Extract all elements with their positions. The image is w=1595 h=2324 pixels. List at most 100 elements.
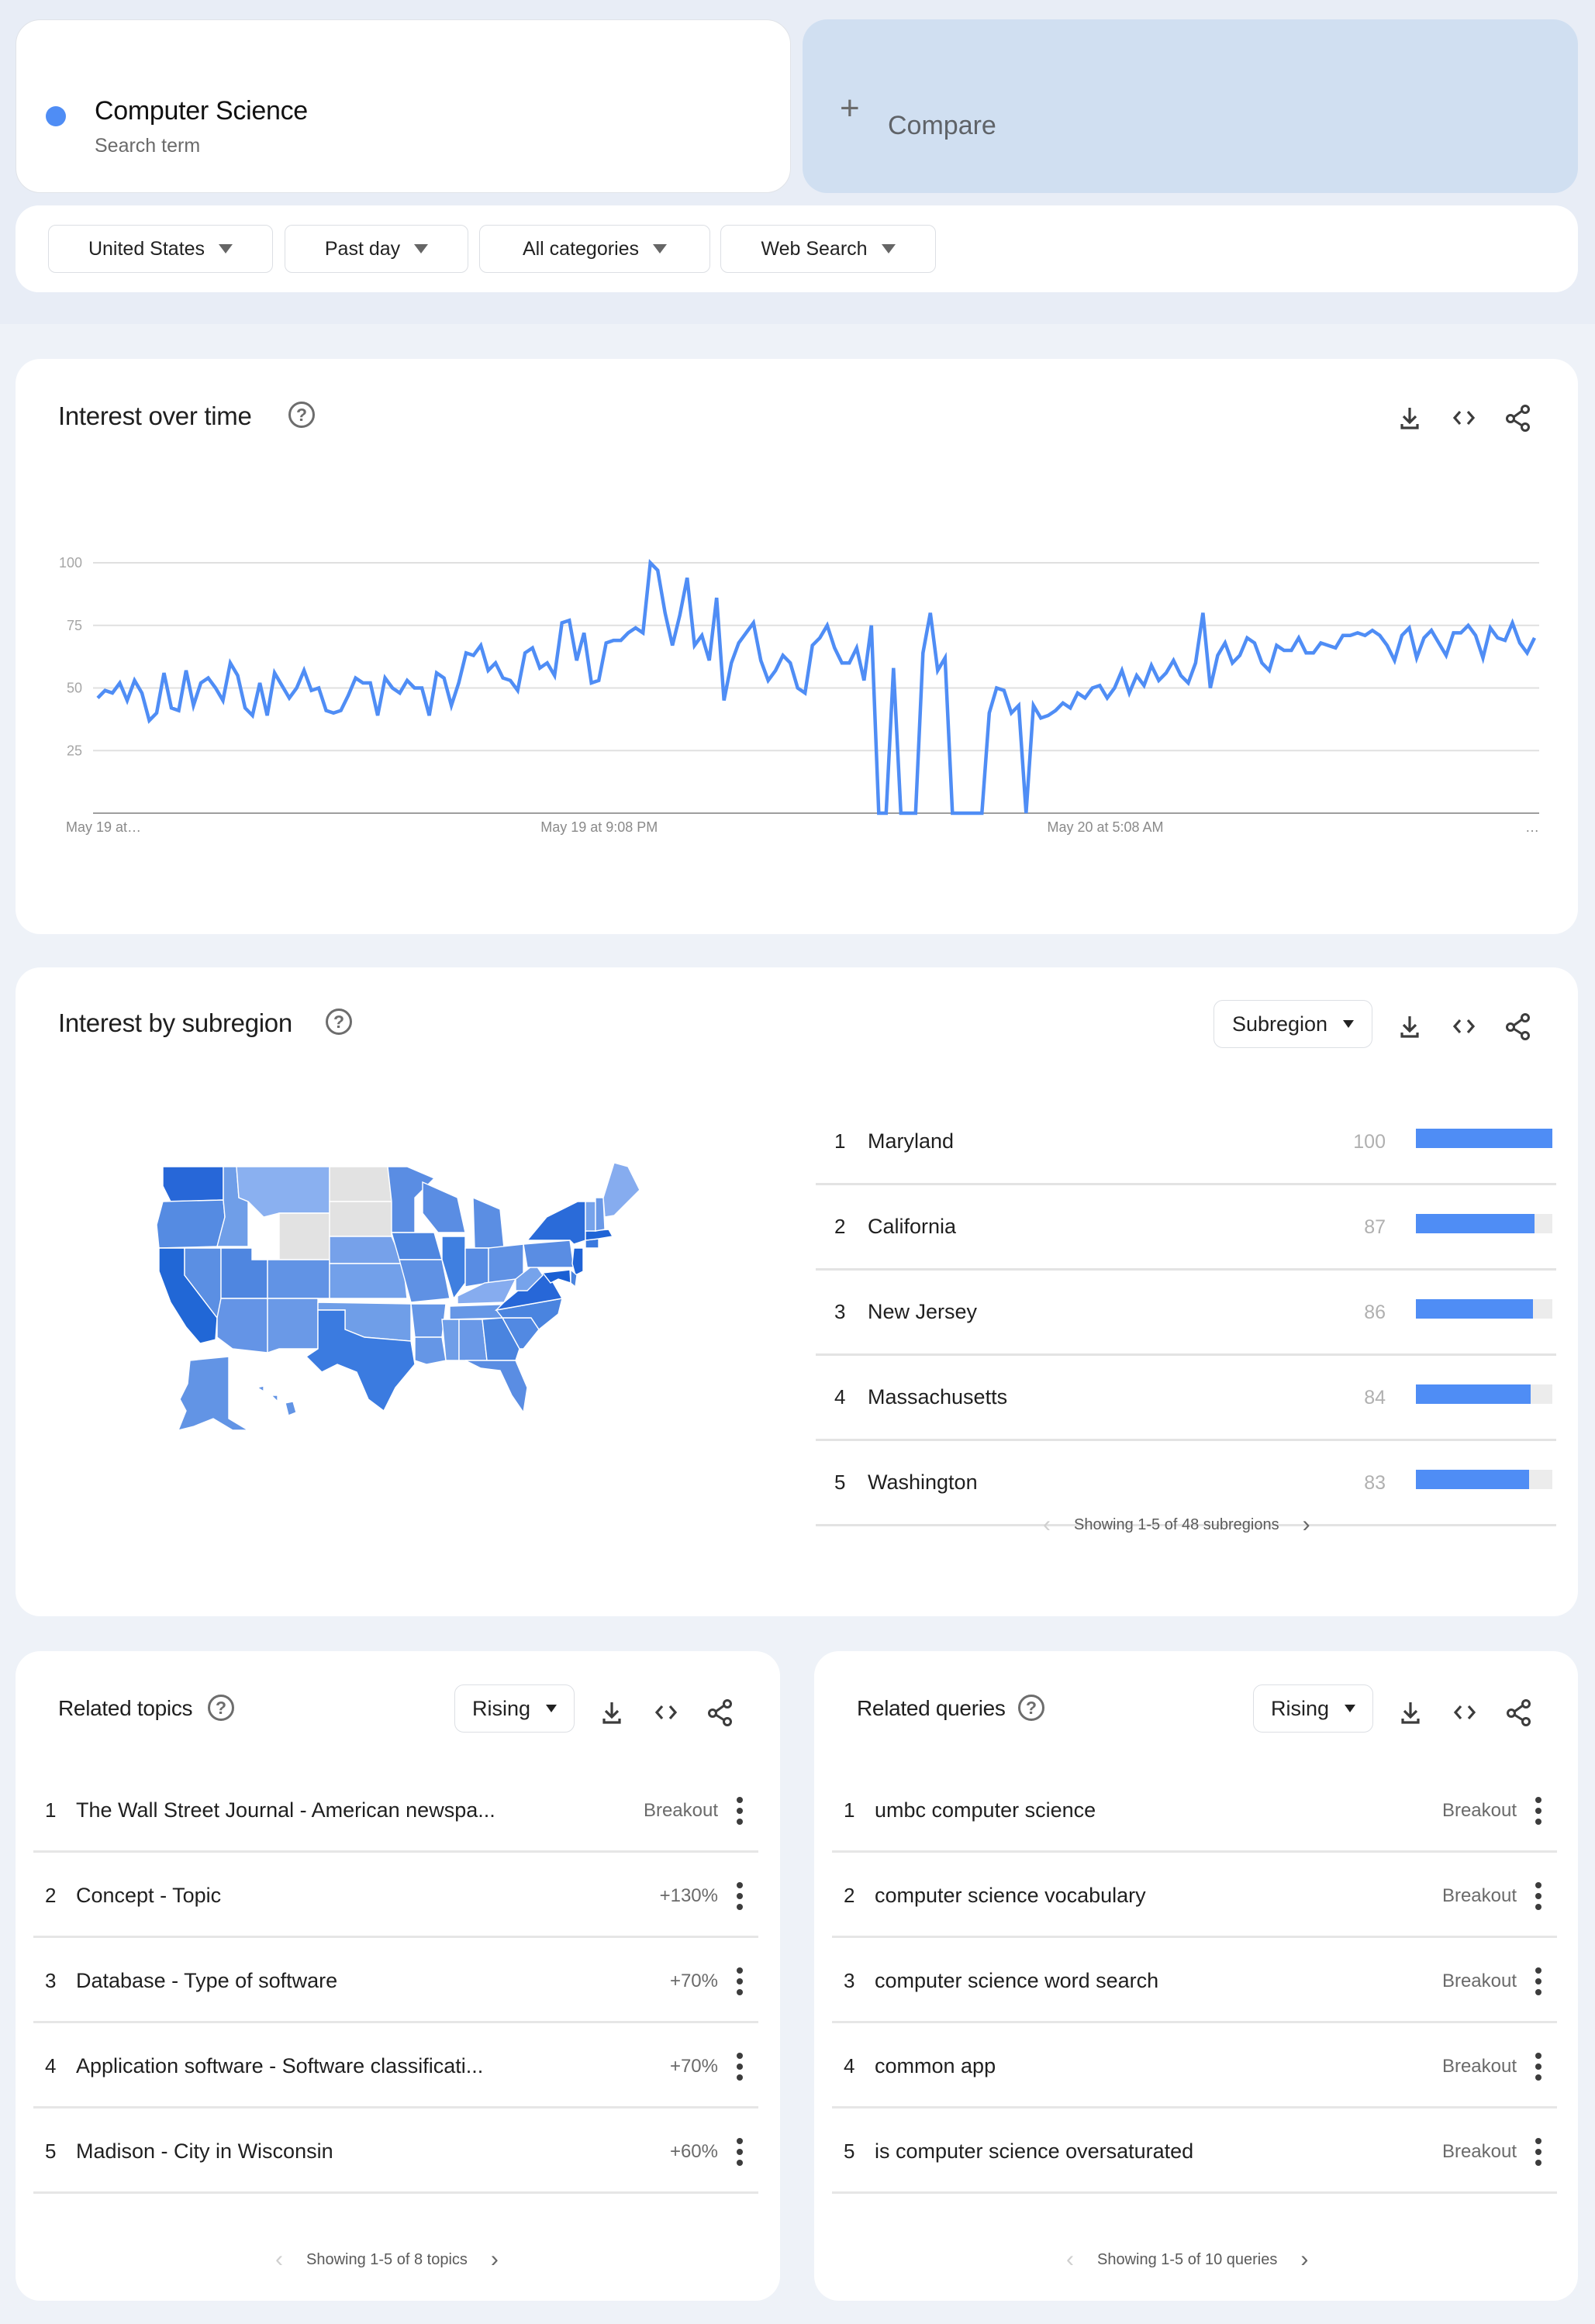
filter-search-type[interactable]: Web Search	[720, 225, 936, 273]
share-button[interactable]	[703, 1695, 738, 1730]
map-state-iowa[interactable]	[391, 1232, 443, 1260]
map-state-wyoming[interactable]	[278, 1212, 330, 1260]
region-value: 84	[1364, 1387, 1386, 1409]
map-state-utah[interactable]	[220, 1247, 268, 1299]
map-state-alaska[interactable]	[177, 1356, 250, 1432]
map-state-pennsylvania[interactable]	[523, 1240, 575, 1268]
more-options-icon[interactable]	[732, 2138, 747, 2166]
list-label[interactable]: common app	[875, 2054, 996, 2078]
list-label[interactable]: Database - Type of software	[76, 1969, 337, 1993]
map-state-vermont[interactable]	[585, 1201, 596, 1232]
filter-time-range[interactable]: Past day	[285, 225, 468, 273]
map-state-kansas[interactable]	[329, 1263, 408, 1299]
map-state-washington[interactable]	[162, 1166, 224, 1202]
list-label[interactable]: computer science vocabulary	[875, 1884, 1146, 1908]
more-options-icon[interactable]	[732, 1882, 747, 1910]
list-item[interactable]: 4 common app Breakout	[832, 2023, 1557, 2108]
list-item[interactable]: 5 is computer science oversaturated Brea…	[832, 2108, 1557, 2194]
list-item[interactable]: 3 computer science word search Breakout	[832, 1938, 1557, 2023]
map-state-new-york[interactable]	[526, 1201, 586, 1245]
map-state-colorado[interactable]	[267, 1259, 330, 1299]
us-map-svg[interactable]	[140, 1124, 682, 1450]
map-state-north-dakota[interactable]	[329, 1166, 392, 1202]
map-state-new-jersey[interactable]	[571, 1247, 584, 1277]
filter-location[interactable]: United States	[48, 225, 273, 273]
download-button[interactable]	[594, 1695, 630, 1730]
list-label[interactable]: computer science word search	[875, 1969, 1158, 1993]
region-value: 86	[1364, 1302, 1386, 1323]
map-state-arizona[interactable]	[216, 1298, 268, 1353]
map-state-arkansas[interactable]	[410, 1303, 447, 1338]
map-state-michigan[interactable]	[472, 1196, 505, 1249]
related-topics-metric-select[interactable]: Rising	[454, 1684, 575, 1733]
map-state-hawaii[interactable]	[256, 1385, 297, 1416]
next-page-icon[interactable]: ›	[491, 2246, 499, 2273]
related-queries-metric-select[interactable]: Rising	[1253, 1684, 1373, 1733]
previous-page-icon[interactable]: ‹	[275, 2246, 283, 2273]
more-options-icon[interactable]	[1531, 2138, 1546, 2166]
list-label[interactable]: Application software - Software classifi…	[76, 2054, 483, 2078]
map-state-louisiana[interactable]	[414, 1336, 447, 1365]
filter-category[interactable]: All categories	[479, 225, 710, 273]
list-label[interactable]: The Wall Street Journal - American newsp…	[76, 1798, 495, 1822]
more-options-icon[interactable]	[1531, 1797, 1546, 1825]
us-subregion-map[interactable]	[140, 1124, 682, 1450]
list-label[interactable]: Concept - Topic	[76, 1884, 221, 1908]
map-state-florida[interactable]	[464, 1360, 528, 1414]
more-options-icon[interactable]	[1531, 2053, 1546, 2081]
help-icon[interactable]: ?	[1018, 1695, 1044, 1721]
map-state-new-mexico[interactable]	[267, 1298, 319, 1353]
list-item[interactable]: 4 Application software - Software classi…	[33, 2023, 758, 2108]
list-item[interactable]: 3 Database - Type of software +70%	[33, 1938, 758, 2023]
list-rank: 1	[45, 1798, 57, 1822]
region-row[interactable]: 1 Maryland 100	[816, 1100, 1556, 1185]
map-state-maine[interactable]	[602, 1162, 640, 1218]
region-row[interactable]: 3 New Jersey 86	[816, 1271, 1556, 1356]
region-name: California	[868, 1215, 957, 1238]
compare-button[interactable]: + Compare	[803, 19, 1578, 193]
next-page-icon[interactable]: ›	[1300, 2246, 1308, 2273]
more-options-icon[interactable]	[1531, 1967, 1546, 1995]
download-button[interactable]	[1393, 1695, 1428, 1730]
previous-page-icon[interactable]: ‹	[1066, 2246, 1074, 2273]
list-label[interactable]: is computer science oversaturated	[875, 2140, 1193, 2164]
more-options-icon[interactable]	[732, 1797, 747, 1825]
map-state-indiana[interactable]	[464, 1247, 489, 1288]
share-button[interactable]	[1501, 1695, 1537, 1730]
more-options-icon[interactable]	[1531, 1882, 1546, 1910]
previous-page-icon[interactable]: ‹	[1043, 1512, 1051, 1538]
more-options-icon[interactable]	[732, 1967, 747, 1995]
next-page-icon[interactable]: ›	[1303, 1512, 1310, 1538]
map-state-nebraska[interactable]	[329, 1236, 405, 1264]
list-item[interactable]: 2 computer science vocabulary Breakout	[832, 1853, 1557, 1938]
share-button[interactable]	[1500, 1009, 1536, 1044]
region-row[interactable]: 4 Massachusetts 84	[816, 1356, 1556, 1441]
help-icon[interactable]: ?	[208, 1695, 234, 1721]
more-options-icon[interactable]	[732, 2053, 747, 2081]
search-term-card[interactable]: Computer Science Search term	[16, 19, 791, 193]
list-item[interactable]: 1 umbc computer science Breakout	[832, 1767, 1557, 1853]
interest-line-chart[interactable]: 25 50 75 100 May 19 at… May 19 at 9:08 PM May …	[16, 359, 1578, 934]
map-state-oregon[interactable]	[156, 1199, 226, 1249]
list-label[interactable]: Madison - City in Wisconsin	[76, 2140, 333, 2164]
map-state-montana[interactable]	[236, 1166, 330, 1218]
search-term-type: Search term	[95, 135, 201, 157]
list-item[interactable]: 1 The Wall Street Journal - American new…	[33, 1767, 758, 1853]
download-button[interactable]	[1392, 1009, 1428, 1044]
embed-button[interactable]	[648, 1695, 684, 1730]
search-term-name[interactable]: Computer Science	[95, 96, 308, 126]
region-row[interactable]: 2 California 87	[816, 1185, 1556, 1271]
list-item[interactable]: 2 Concept - Topic +130%	[33, 1853, 758, 1938]
interest-by-subregion-title: Interest by subregion	[58, 1009, 292, 1037]
embed-button[interactable]	[1446, 1009, 1482, 1044]
map-state-south-dakota[interactable]	[329, 1201, 392, 1237]
list-item[interactable]: 5 Madison - City in Wisconsin +60%	[33, 2108, 758, 2194]
list-value: +60%	[669, 2141, 718, 2162]
help-icon[interactable]: ?	[326, 1009, 352, 1035]
embed-button[interactable]	[1447, 1695, 1483, 1730]
map-state-wisconsin[interactable]	[422, 1181, 466, 1233]
list-label[interactable]: umbc computer science	[875, 1798, 1096, 1822]
dropdown-caret-icon	[546, 1705, 558, 1712]
subregion-resolution-select[interactable]: Subregion	[1214, 1000, 1372, 1048]
pager-text: Showing 1-5 of 8 topics	[306, 2250, 468, 2268]
